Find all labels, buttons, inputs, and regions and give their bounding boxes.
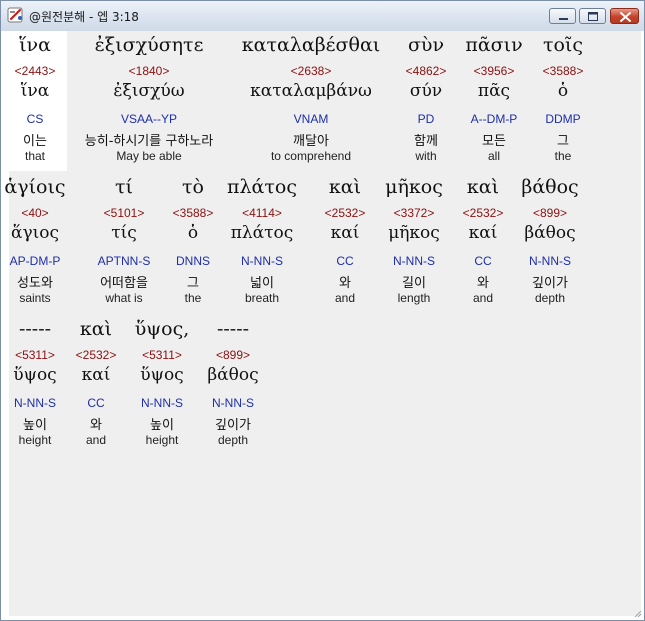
korean-gloss: 깊이가 [532,276,568,291]
korean-gloss: 능히-하시기를 구하노라 [84,134,214,149]
resize-grip-icon[interactable] [632,608,642,618]
lemma: ἐξισχύω [113,81,185,101]
maximize-button[interactable] [579,8,606,24]
english-gloss: May be able [116,149,182,163]
parsing-code: N-NN-S [212,396,254,410]
english-gloss: depth [534,291,566,305]
greek-word[interactable]: ----- [143,318,323,340]
app-window: @원전분해 - 엡 3:18 ἵνα <2443> ἵνα CS 이는 that ἐξισχ… [0,0,645,621]
english-gloss: depth [217,433,249,447]
greek-word[interactable]: ἐξισχύσητε [59,34,239,56]
korean-gloss: 깊이가 [215,418,251,433]
english-gloss: the [554,149,572,163]
close-button[interactable] [610,8,639,24]
greek-word[interactable]: βάθος [460,176,640,198]
title-bar[interactable]: @원전분해 - 엡 3:18 [1,1,644,31]
minimize-button[interactable] [549,8,576,24]
greek-word[interactable]: τοῖς [473,34,644,56]
strong-number: <899> [532,206,568,220]
lemma: ὁ [557,81,569,101]
app-icon[interactable] [7,6,25,24]
parsing-code: DDMP [545,112,581,126]
lemma: βάθος [207,365,259,385]
korean-gloss: 그 [557,134,569,149]
lemma: βάθος [524,223,576,243]
parsing-code: N-NN-S [529,254,571,268]
strong-number: <899> [215,348,251,362]
strong-number: <3588> [542,64,584,78]
parsing-code: VSAA--YP [120,112,177,126]
window-title: @원전분해 - 엡 3:18 [29,10,139,24]
strong-number: <1840> [128,64,170,78]
interlinear-view: ἵνα <2443> ἵνα CS 이는 that ἐξισχύσητε <1840> ἐξισ… [4,31,641,616]
